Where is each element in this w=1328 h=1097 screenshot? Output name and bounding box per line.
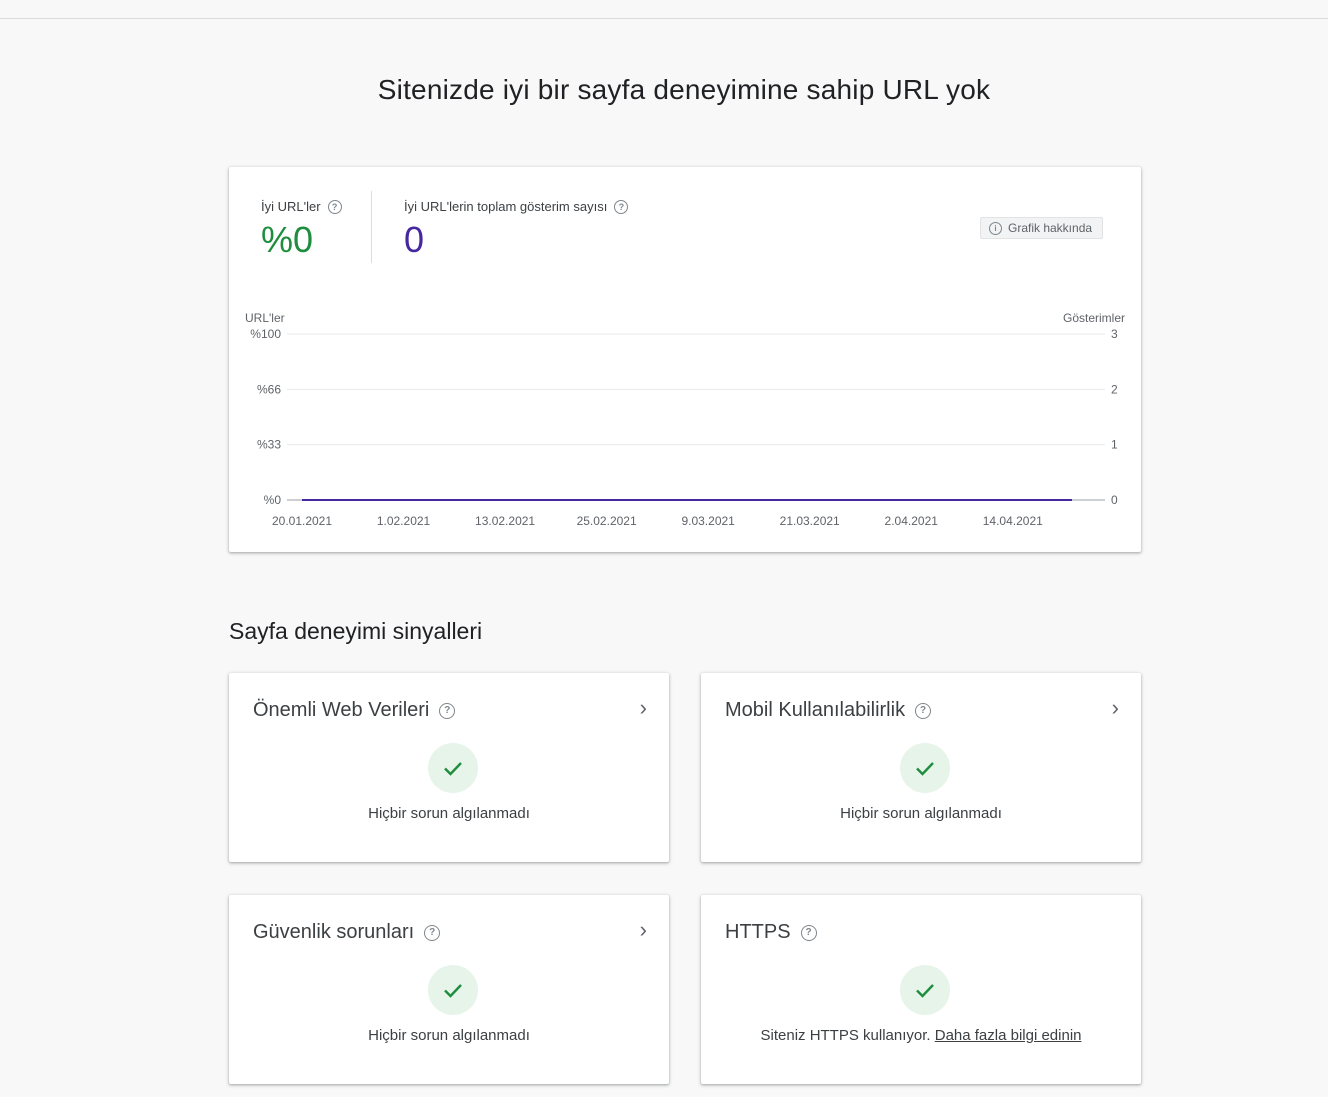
x-tick-label: 13.02.2021 bbox=[475, 514, 535, 528]
signal-status: Hiçbir sorun algılanmadı bbox=[840, 805, 1002, 822]
x-tick-label: 14.04.2021 bbox=[983, 514, 1043, 528]
chevron-right-icon[interactable]: › bbox=[640, 919, 647, 941]
x-tick-label: 1.02.2021 bbox=[377, 514, 431, 528]
check-icon bbox=[428, 965, 478, 1015]
signal-title: HTTPS bbox=[725, 921, 791, 943]
right-tick-label: 3 bbox=[1111, 327, 1118, 341]
x-tick-label: 21.03.2021 bbox=[780, 514, 840, 528]
left-tick-label: %0 bbox=[264, 493, 282, 507]
right-axis-title: Gösterimler bbox=[1063, 311, 1125, 325]
help-circle-icon[interactable]: ? bbox=[800, 924, 817, 941]
signal-card-mobile-usability[interactable]: Mobil Kullanılabilirlik ? › Hiçbir sorun… bbox=[701, 673, 1141, 862]
help-circle-icon[interactable]: ? bbox=[915, 702, 932, 719]
left-axis-title: URL'ler bbox=[245, 311, 285, 325]
right-tick-label: 2 bbox=[1111, 382, 1118, 396]
signal-title: Mobil Kullanılabilirlik bbox=[725, 699, 906, 721]
chevron-right-icon[interactable]: › bbox=[1112, 697, 1119, 719]
right-tick-label: 1 bbox=[1111, 438, 1118, 452]
page-experience-chart: URL'ler Gösterimler %100 3 %66 2 %33 1 %0 0 20.0… bbox=[245, 311, 1125, 528]
https-status-text: Siteniz HTTPS kullanıyor. bbox=[760, 1027, 931, 1044]
page-title: Sitenizde iyi bir sayfa deneyimine sahip… bbox=[377, 74, 991, 105]
signal-card-core-web-vitals[interactable]: Önemli Web Verileri ? › Hiçbir sorun alg… bbox=[229, 673, 669, 862]
x-tick-label: 2.04.2021 bbox=[885, 514, 939, 528]
left-tick-label: %100 bbox=[250, 327, 281, 341]
help-circle-icon[interactable]: ? bbox=[424, 924, 441, 941]
x-tick-label: 25.02.2021 bbox=[577, 514, 637, 528]
top-bar bbox=[0, 0, 1328, 19]
signal-card-https: HTTPS ? Siteniz HTTPS kullanıyor. Daha f… bbox=[701, 895, 1141, 1084]
left-tick-label: %33 bbox=[257, 438, 281, 452]
summary-chart-card: İyi URL'ler ? %0 İyi URL'lerin toplam gö… bbox=[229, 167, 1141, 552]
section-title: Sayfa deneyimi sinyalleri bbox=[229, 618, 483, 644]
signal-card-security-issues[interactable]: Güvenlik sorunları ? › Hiçbir sorun algı… bbox=[229, 895, 669, 1084]
signal-status: Siteniz HTTPS kullanıyor. Daha fazla bil… bbox=[701, 1027, 1141, 1044]
help-circle-icon[interactable]: ? bbox=[439, 702, 456, 719]
chevron-right-icon[interactable]: › bbox=[640, 697, 647, 719]
learn-more-link[interactable]: Daha fazla bilgi edinin bbox=[935, 1027, 1082, 1044]
signal-title: Güvenlik sorunları bbox=[253, 921, 415, 943]
check-icon bbox=[428, 743, 478, 793]
check-icon bbox=[900, 743, 950, 793]
right-tick-label: 0 bbox=[1111, 493, 1118, 507]
signal-title: Önemli Web Verileri bbox=[253, 699, 430, 721]
signal-status: Hiçbir sorun algılanmadı bbox=[368, 1027, 530, 1044]
left-tick-label: %66 bbox=[257, 382, 281, 396]
x-tick-label: 20.01.2021 bbox=[272, 514, 332, 528]
signal-status: Hiçbir sorun algılanmadı bbox=[368, 805, 530, 822]
x-tick-label: 9.03.2021 bbox=[681, 514, 735, 528]
check-icon bbox=[900, 965, 950, 1015]
